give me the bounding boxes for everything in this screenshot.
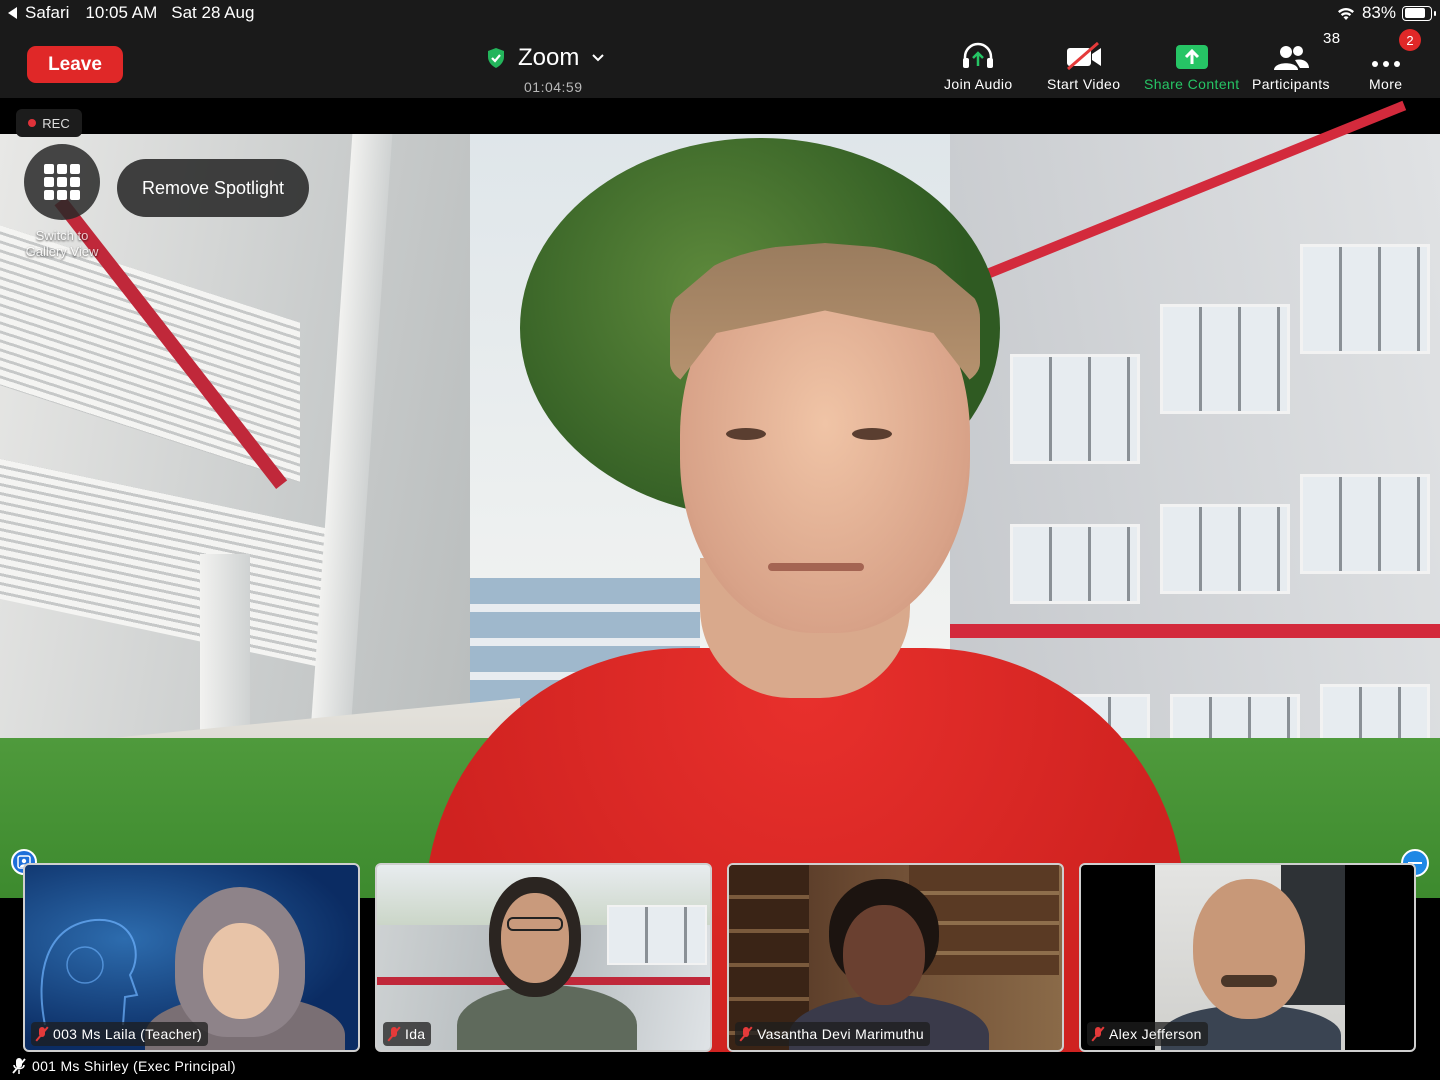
speaker-eye — [852, 428, 892, 440]
join-audio-button[interactable]: Join Audio — [944, 38, 1013, 92]
participants-button[interactable]: 38 Participants — [1252, 30, 1340, 92]
back-app-label: Safari — [25, 3, 70, 22]
participant-name-tag: Ida — [383, 1022, 432, 1046]
meeting-title: Zoom — [518, 44, 580, 71]
meeting-toolbar: Leave Zoom 01:04:59 Join Audio Start Vid… — [0, 26, 1440, 98]
participant-face — [843, 905, 925, 1005]
switch-to-gallery-button[interactable] — [24, 144, 100, 220]
more-button[interactable]: More — [1369, 38, 1403, 92]
participant-tile[interactable]: Vasantha Devi Marimuthu — [727, 863, 1064, 1052]
participants-count: 38 — [1322, 30, 1341, 47]
participant-face — [1193, 879, 1305, 1019]
mic-muted-icon — [35, 1026, 49, 1042]
more-label: More — [1369, 76, 1403, 92]
status-bar: Safari 10:05 AM Sat 28 Aug 83% — [0, 0, 1440, 26]
active-speaker-video[interactable]: REC Switch to Gallery View Remove Spotli… — [0, 98, 1440, 1080]
active-speaker-name: 001 Ms Shirley (Exec Principal) — [32, 1058, 236, 1074]
mic-muted-icon — [739, 1026, 753, 1042]
participant-name-tag: Vasantha Devi Marimuthu — [735, 1022, 930, 1046]
chevron-down-icon — [592, 54, 605, 62]
more-notification-badge: 2 — [1399, 29, 1421, 51]
battery-icon — [1402, 5, 1436, 21]
mic-muted-icon — [387, 1026, 401, 1042]
participant-name: Vasantha Devi Marimuthu — [757, 1026, 924, 1042]
participant-name: Ida — [405, 1026, 426, 1042]
grid-icon — [44, 164, 80, 200]
wifi-icon — [1337, 7, 1354, 20]
participant-name-tag: Alex Jefferson — [1087, 1022, 1208, 1046]
join-audio-label: Join Audio — [944, 76, 1013, 92]
leave-button[interactable]: Leave — [27, 46, 123, 83]
back-to-app-link[interactable]: Safari — [8, 3, 69, 23]
participants-icon — [1273, 46, 1309, 70]
start-video-label: Start Video — [1047, 76, 1121, 92]
share-content-button[interactable]: Share Content — [1144, 38, 1239, 92]
mic-muted-icon — [12, 1058, 26, 1074]
recording-label: REC — [42, 115, 70, 131]
battery-percent: 83% — [1361, 3, 1396, 22]
participant-face — [203, 923, 279, 1019]
status-date: Sat 28 Aug — [171, 3, 255, 22]
recording-dot-icon — [28, 119, 37, 127]
start-video-button[interactable]: Start Video — [1047, 38, 1120, 92]
participant-glasses — [507, 917, 563, 931]
participant-name: 003 Ms Laila (Teacher) — [53, 1026, 202, 1042]
speaker-mouth — [768, 563, 864, 571]
status-time: 10:05 AM — [85, 3, 158, 22]
meeting-title-dropdown[interactable]: Zoom — [486, 44, 605, 72]
more-dots-icon — [1371, 61, 1400, 67]
participants-label: Participants — [1252, 76, 1330, 92]
switch-to-gallery-label: Switch to Gallery View — [25, 228, 99, 259]
meeting-timer: 01:04:59 — [524, 79, 583, 95]
share-screen-icon — [1175, 45, 1208, 69]
background-ai-head-graphic — [40, 918, 139, 1026]
mic-muted-icon — [1091, 1026, 1105, 1042]
active-speaker-name-bar: 001 Ms Shirley (Exec Principal) — [0, 1052, 1440, 1080]
participant-tile[interactable]: Alex Jefferson — [1079, 863, 1416, 1052]
back-arrow-icon — [8, 7, 17, 19]
speaker-eye — [726, 428, 766, 440]
recording-indicator: REC — [16, 109, 82, 137]
participant-mustache — [1221, 975, 1277, 987]
participant-tile[interactable]: 003 Ms Laila (Teacher) — [23, 863, 360, 1052]
participant-tile[interactable]: Ida — [375, 863, 712, 1052]
video-off-icon — [1066, 42, 1101, 70]
participant-face — [501, 893, 569, 983]
participant-name: Alex Jefferson — [1109, 1026, 1202, 1042]
share-content-label: Share Content — [1144, 76, 1240, 92]
encryption-shield-icon — [488, 48, 504, 68]
remove-spotlight-button[interactable]: Remove Spotlight — [117, 159, 309, 217]
participant-name-tag: 003 Ms Laila (Teacher) — [31, 1022, 208, 1046]
headphones-icon — [963, 42, 994, 68]
